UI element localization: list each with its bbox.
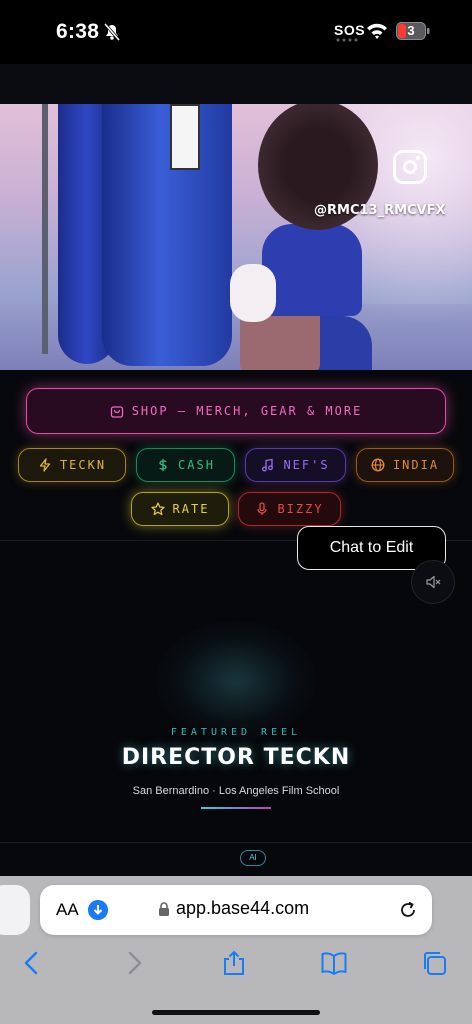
bell-slash-icon <box>103 23 121 41</box>
nefs-label: NEF'S <box>283 458 330 472</box>
url-text[interactable]: app.base44.com <box>176 898 309 919</box>
featured-reel-section: FEATURED REEL DIRECTOR TECKN San Bernard… <box>0 540 472 842</box>
back-icon[interactable] <box>19 950 45 976</box>
tabs-icon[interactable] <box>421 950 447 976</box>
teckn-label: TECKN <box>59 458 107 472</box>
instagram-icon[interactable] <box>393 150 427 184</box>
page: 6:38 SOS 3 @RMC13_RMCVFX SHOP – MERCH, G… <box>0 0 472 1024</box>
rate-button[interactable]: RATE <box>131 492 229 526</box>
status-bar: 6:38 SOS 3 <box>0 0 472 64</box>
india-label: INDIA <box>392 458 440 472</box>
dollar-icon <box>159 459 167 471</box>
wifi-icon <box>367 23 387 39</box>
footer-band: AI <box>0 842 472 876</box>
reader-options-button[interactable]: AA <box>56 900 79 920</box>
featured-glow <box>156 621 316 741</box>
microphone-icon <box>257 502 268 515</box>
music-note-icon <box>262 458 274 472</box>
bag-label <box>170 104 200 170</box>
bizzy-button[interactable]: BIZZY <box>238 492 341 526</box>
cash-label: CASH <box>178 458 215 472</box>
cash-button[interactable]: CASH <box>136 448 235 482</box>
bookmarks-icon[interactable] <box>321 950 347 976</box>
featured-label: FEATURED REEL <box>170 727 302 738</box>
boxing-glove <box>230 264 276 322</box>
shopping-bag-icon <box>110 406 123 418</box>
mute-button[interactable] <box>411 560 455 604</box>
nefs-button[interactable]: NEF'S <box>245 448 346 482</box>
download-icon[interactable] <box>88 900 108 920</box>
home-indicator <box>152 1010 320 1015</box>
lightning-icon <box>39 458 51 472</box>
featured-accent-bar <box>201 807 271 809</box>
shop-label: SHOP – MERCH, GEAR & MORE <box>131 404 363 418</box>
browser-toolbar: AA app.base44.com <box>0 876 472 1024</box>
speaker-muted-icon <box>426 575 441 589</box>
sos-indicator: SOS <box>334 22 366 38</box>
bizzy-label: BIZZY <box>277 502 324 516</box>
shop-button[interactable]: SHOP – MERCH, GEAR & MORE <box>26 388 446 434</box>
status-time: 6:38 <box>56 20 100 43</box>
reload-icon[interactable] <box>398 900 418 920</box>
signal-dots-icon <box>336 38 358 42</box>
address-bar[interactable]: AA app.base44.com <box>40 885 432 935</box>
ai-badge[interactable]: AI <box>240 850 266 866</box>
speed-bag-stand <box>42 104 48 354</box>
share-icon[interactable] <box>221 950 247 976</box>
battery-level: 3 <box>407 23 415 38</box>
hero-image: @RMC13_RMCVFX <box>0 104 472 370</box>
india-button[interactable]: INDIA <box>356 448 454 482</box>
link-buttons: SHOP – MERCH, GEAR & MORE TECKN CASH NEF… <box>0 370 472 540</box>
featured-subtitle: San Bernardino · Los Angeles Film School <box>132 785 340 797</box>
globe-icon <box>371 458 385 472</box>
previous-tab-preview[interactable] <box>0 885 30 935</box>
featured-title: DIRECTOR TECKN <box>121 745 351 770</box>
star-icon <box>150 502 165 516</box>
lock-icon <box>159 902 169 916</box>
forward-icon[interactable] <box>121 950 147 976</box>
rate-label: RATE <box>172 502 210 516</box>
instagram-handle[interactable]: @RMC13_RMCVFX <box>314 203 446 218</box>
teckn-button[interactable]: TECKN <box>18 448 126 482</box>
header-band <box>0 64 472 104</box>
punching-bag <box>102 104 232 366</box>
boxer-shirt <box>262 224 362 316</box>
